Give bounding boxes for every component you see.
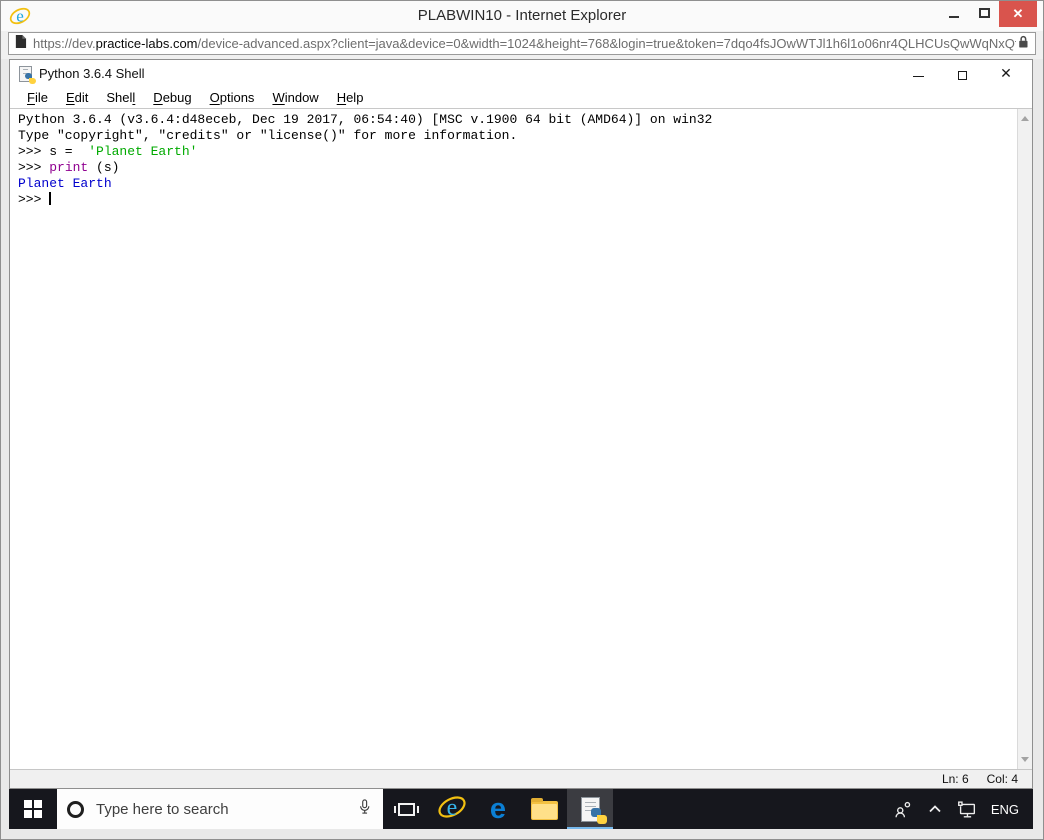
network-button[interactable]: [953, 789, 981, 829]
restore-icon: [957, 67, 972, 80]
menu-help[interactable]: Help: [328, 90, 373, 105]
menu-options[interactable]: Options: [201, 90, 264, 105]
shell-line: >>> print (s): [18, 160, 120, 175]
taskbar: e e: [9, 789, 1033, 829]
chevron-up-icon: [929, 805, 941, 813]
scroll-up-icon[interactable]: [1021, 116, 1029, 121]
shell-line: Type "copyright", "credits" or "license(…: [18, 128, 518, 143]
window-title: PLABWIN10 - Internet Explorer: [417, 7, 627, 24]
url-path: /device-advanced.aspx?client=java&device…: [197, 36, 1016, 51]
close-icon: ✕: [1000, 65, 1012, 81]
menu-edit[interactable]: Edit: [57, 90, 97, 105]
text-cursor: [49, 192, 52, 205]
scroll-down-icon[interactable]: [1021, 757, 1029, 762]
url-prefix: https://dev.: [33, 36, 96, 51]
shell-line: Python 3.6.4 (v3.6.4:d48eceb, Dec 19 201…: [18, 112, 713, 127]
url-field[interactable]: https://dev.practice-labs.com/device-adv…: [8, 32, 1036, 55]
ie-maximize-button[interactable]: [969, 1, 999, 25]
search-input[interactable]: [96, 800, 356, 818]
task-view-button[interactable]: [383, 789, 429, 829]
shell-line: >>>: [18, 192, 52, 207]
taskbar-internet-explorer[interactable]: e: [429, 789, 475, 829]
ie-minimize-button[interactable]: [939, 1, 969, 25]
taskbar-edge[interactable]: e: [475, 789, 521, 829]
system-tray: ENG: [889, 789, 1033, 829]
menu-window[interactable]: Window: [263, 90, 327, 105]
idle-menubar: File Edit Shell Debug Options Window Help: [10, 87, 1032, 109]
ie-address-bar: https://dev.practice-labs.com/device-adv…: [1, 31, 1043, 59]
network-icon: [957, 801, 975, 818]
page-icon: [14, 34, 27, 54]
idle-close-button[interactable]: ✕: [990, 60, 1022, 87]
python-shell-window: Python 3.6.4 Shell ✕ File Edit Shell Debug O…: [9, 59, 1033, 789]
menu-file[interactable]: File: [18, 90, 57, 105]
menu-debug[interactable]: Debug: [144, 90, 200, 105]
shell-line: Planet Earth: [18, 176, 112, 191]
people-icon: [895, 801, 911, 818]
shell-line: >>> s = 'Planet Earth': [18, 144, 198, 159]
show-hidden-icons-button[interactable]: [921, 789, 949, 829]
status-line-number: Ln: 6: [941, 772, 969, 786]
maximize-icon: [978, 8, 990, 18]
microphone-icon[interactable]: [356, 796, 373, 823]
url-domain: practice-labs.com: [95, 36, 198, 51]
remote-desktop: Python 3.6.4 Shell ✕ File Edit Shell Debug O…: [9, 59, 1033, 829]
close-icon: ✕: [1012, 6, 1024, 21]
windows-logo-icon: [24, 800, 42, 818]
idle-minimize-button[interactable]: [902, 60, 934, 87]
idle-window-title: Python 3.6.4 Shell: [39, 66, 145, 81]
task-view-icon: [393, 802, 419, 816]
file-explorer-icon: [530, 798, 558, 820]
minimize-icon: [912, 76, 924, 77]
taskbar-search[interactable]: [57, 789, 383, 829]
ie-titlebar: e PLABWIN10 - Internet Explorer ✕: [1, 1, 1043, 31]
python-idle-icon: [19, 65, 36, 84]
ie-window: e PLABWIN10 - Internet Explorer ✕ https:…: [0, 0, 1044, 840]
idle-statusbar: Ln: 6 Col: 4: [10, 769, 1032, 788]
idle-body: Python 3.6.4 (v3.6.4:d48eceb, Dec 19 201…: [10, 109, 1032, 769]
lock-icon: [1016, 34, 1030, 54]
idle-restore-button[interactable]: [946, 60, 978, 87]
idle-titlebar[interactable]: Python 3.6.4 Shell ✕: [10, 60, 1032, 87]
python-idle-icon: [580, 796, 607, 824]
status-column-number: Col: 4: [986, 772, 1018, 786]
shell-text[interactable]: Python 3.6.4 (v3.6.4:d48eceb, Dec 19 201…: [10, 109, 1017, 769]
language-indicator[interactable]: ENG: [985, 802, 1025, 817]
start-button[interactable]: [9, 789, 57, 829]
url-text: https://dev.practice-labs.com/device-adv…: [33, 36, 1016, 51]
svg-text:e: e: [447, 795, 458, 821]
ie-close-button[interactable]: ✕: [999, 1, 1037, 27]
edge-icon: e: [489, 792, 507, 825]
internet-explorer-icon: e: [437, 792, 467, 827]
taskbar-python-idle[interactable]: [567, 789, 613, 829]
minimize-icon: [949, 16, 959, 18]
taskbar-file-explorer[interactable]: [521, 789, 567, 829]
cortana-icon: [67, 800, 84, 818]
vertical-scrollbar[interactable]: [1017, 109, 1032, 769]
menu-shell[interactable]: Shell: [97, 90, 144, 105]
people-button[interactable]: [889, 789, 917, 829]
